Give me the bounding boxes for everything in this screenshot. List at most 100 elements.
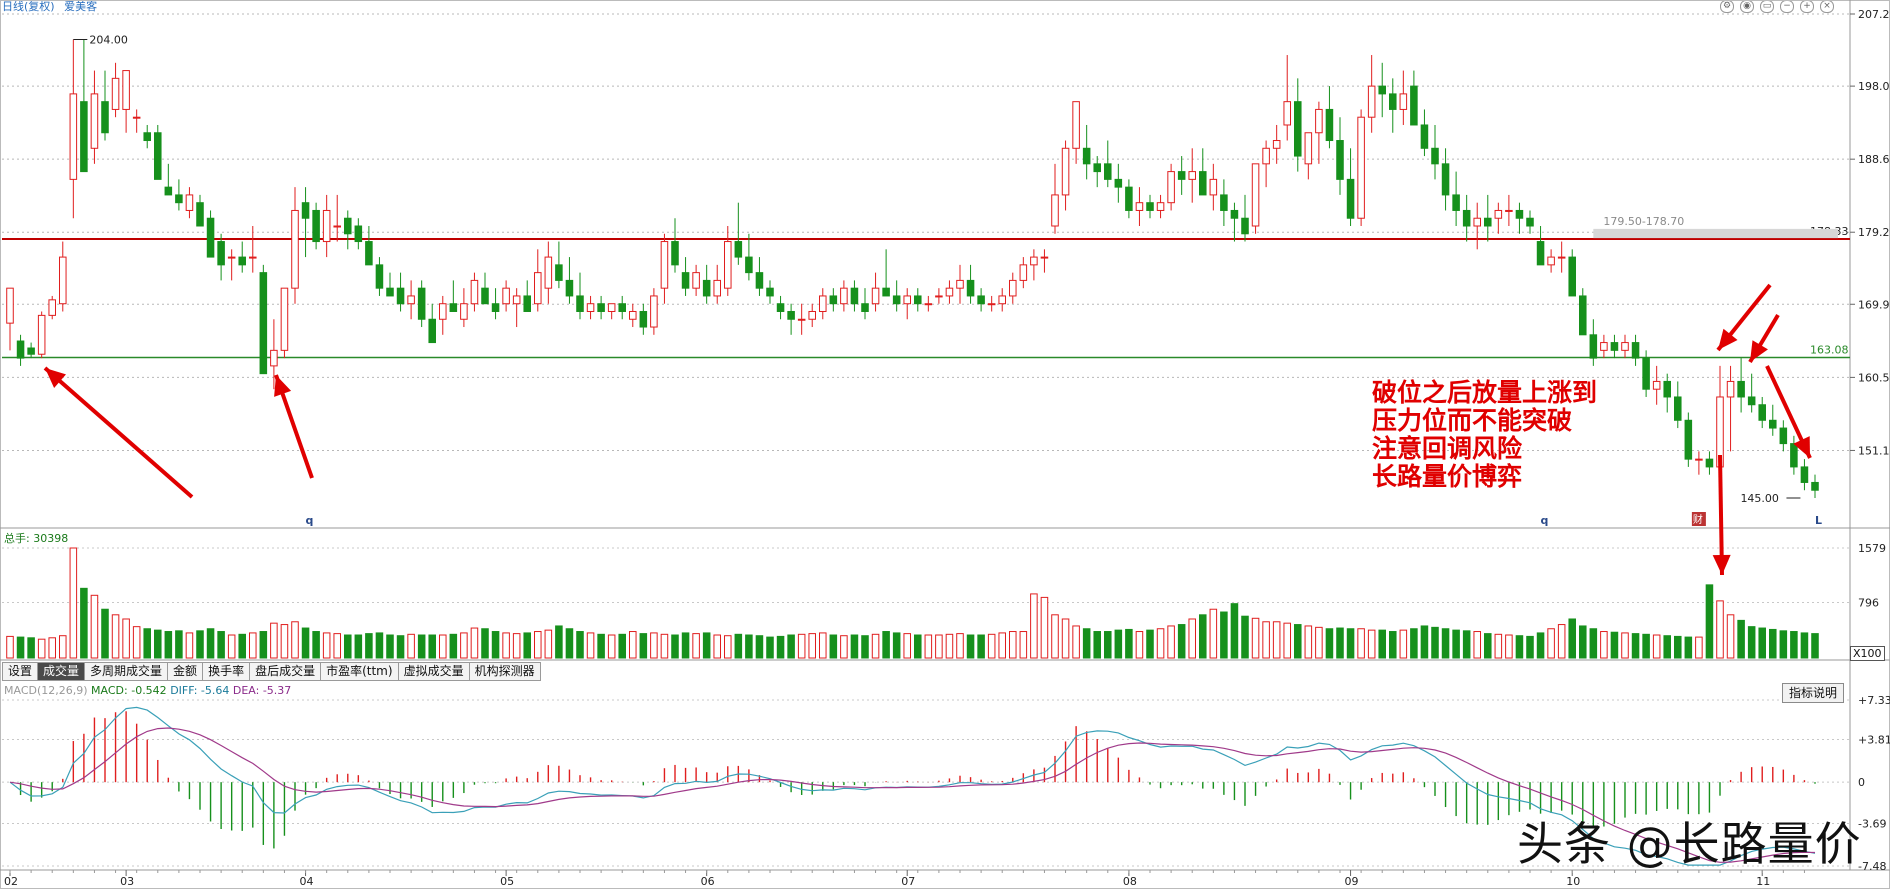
candle-body bbox=[1093, 163, 1101, 173]
volume-bar bbox=[227, 634, 236, 659]
volume-bar bbox=[90, 594, 99, 659]
volume-bar bbox=[1399, 629, 1408, 659]
volume-bar bbox=[175, 630, 183, 659]
candle-body bbox=[1663, 380, 1671, 398]
indicator-tab[interactable]: 设置 bbox=[2, 662, 39, 681]
candle-body bbox=[1104, 163, 1112, 180]
candle-body bbox=[344, 217, 352, 235]
volume-bar bbox=[597, 633, 605, 659]
candle-body bbox=[512, 295, 521, 305]
candle-body bbox=[196, 202, 204, 227]
volume-bar bbox=[396, 635, 405, 659]
volume-bar bbox=[724, 635, 732, 659]
indicator-tab[interactable]: 虚拟成交量 bbox=[398, 662, 470, 681]
chart-marker-label: q bbox=[306, 514, 314, 527]
volume-bar bbox=[1072, 625, 1080, 659]
candle-body bbox=[977, 295, 985, 305]
volume-bar bbox=[1135, 631, 1144, 659]
candle-body bbox=[217, 241, 225, 266]
price-tick-label: 207.28 bbox=[1858, 8, 1890, 21]
candle-body bbox=[27, 347, 35, 355]
candle-body bbox=[914, 295, 922, 305]
candle-body bbox=[702, 279, 711, 297]
stock-chart: 207.28 198.00 188.60 179.20 169.93 160.52 151.… bbox=[0, 0, 1890, 889]
candle-body bbox=[301, 202, 310, 219]
volume-bar bbox=[375, 632, 384, 659]
volume-bar bbox=[1262, 621, 1270, 659]
volume-bar bbox=[1030, 593, 1038, 659]
volume-bar bbox=[692, 633, 700, 659]
indicator-tab[interactable]: 盘后成交量 bbox=[250, 662, 322, 681]
candle-body bbox=[16, 340, 25, 359]
candle-body bbox=[322, 209, 331, 243]
price-tick-label: 151.12 bbox=[1858, 444, 1890, 457]
candle-body bbox=[1674, 396, 1682, 421]
volume-bar bbox=[671, 634, 679, 659]
candle-body bbox=[840, 287, 848, 305]
indicator-tab[interactable]: 机构探测器 bbox=[469, 662, 541, 681]
candle-body bbox=[375, 264, 384, 289]
volume-bar bbox=[1473, 631, 1481, 659]
candle-body bbox=[1156, 202, 1165, 211]
volume-bar bbox=[702, 632, 711, 659]
candle-body bbox=[1346, 178, 1355, 219]
volume-tick-label: 1579 bbox=[1858, 542, 1886, 555]
volume-bar bbox=[1652, 634, 1661, 659]
volume-bar bbox=[164, 631, 173, 659]
annotation-arrow bbox=[43, 366, 194, 499]
volume-bar bbox=[481, 628, 489, 659]
price-tick-label: 179.20 bbox=[1858, 226, 1890, 239]
indicator-tab[interactable]: 成交量 bbox=[38, 662, 86, 681]
volume-bar bbox=[534, 631, 542, 659]
volume-bar bbox=[439, 634, 447, 659]
volume-bar bbox=[1146, 629, 1154, 659]
candle-body bbox=[238, 256, 246, 266]
volume-bar bbox=[1346, 628, 1355, 659]
candle-body bbox=[597, 303, 605, 312]
volume-bar bbox=[111, 614, 120, 659]
candle-body bbox=[439, 303, 447, 320]
indicator-tab[interactable]: 换手率 bbox=[203, 662, 251, 681]
volume-bar bbox=[1790, 631, 1798, 659]
date-tick-label: 11 bbox=[1756, 875, 1770, 888]
candle-body bbox=[671, 241, 679, 266]
indicator-tab[interactable]: 市盈率(ttm) bbox=[321, 662, 399, 681]
volume-bar bbox=[1505, 634, 1513, 659]
volume-bar bbox=[1230, 603, 1239, 659]
volume-bar bbox=[6, 635, 14, 659]
volume-bar bbox=[882, 631, 890, 659]
candle-body bbox=[259, 272, 268, 375]
candle-body bbox=[903, 295, 911, 305]
candle-body bbox=[1494, 209, 1503, 219]
volume-bar bbox=[185, 632, 194, 659]
candle-body bbox=[1505, 209, 1513, 212]
candle-body bbox=[1526, 217, 1534, 227]
volume-bar bbox=[1325, 628, 1334, 659]
volume-bar bbox=[365, 633, 373, 659]
candle-body bbox=[1209, 178, 1218, 196]
volume-bar bbox=[565, 628, 574, 659]
volume-bar bbox=[523, 632, 531, 659]
volume-bar bbox=[956, 633, 964, 659]
candle-body bbox=[1557, 256, 1566, 259]
candle-body bbox=[734, 241, 743, 258]
candle-body bbox=[111, 77, 120, 110]
volume-bar bbox=[333, 633, 341, 659]
volume-bar bbox=[122, 618, 130, 659]
candle-body bbox=[1188, 171, 1196, 180]
volume-bar bbox=[1800, 632, 1809, 659]
volume-bar bbox=[618, 633, 626, 659]
candle-body bbox=[861, 303, 869, 312]
volume-bar bbox=[1726, 614, 1735, 659]
indicator-tab[interactable]: 金额 bbox=[168, 662, 204, 681]
candle-body bbox=[956, 279, 964, 289]
annotation-line: 破位之后放量上涨到 bbox=[1372, 378, 1598, 407]
volume-bar bbox=[1367, 629, 1376, 659]
indicator-tab[interactable]: 多周期成交量 bbox=[85, 662, 169, 681]
indicator-info-button[interactable]: 指标说明 bbox=[1782, 683, 1845, 703]
candle-body bbox=[787, 310, 795, 320]
date-tick-label: 04 bbox=[300, 875, 314, 888]
candle-body bbox=[291, 209, 299, 289]
volume-bar bbox=[1684, 636, 1693, 659]
volume-bar bbox=[1040, 596, 1049, 659]
